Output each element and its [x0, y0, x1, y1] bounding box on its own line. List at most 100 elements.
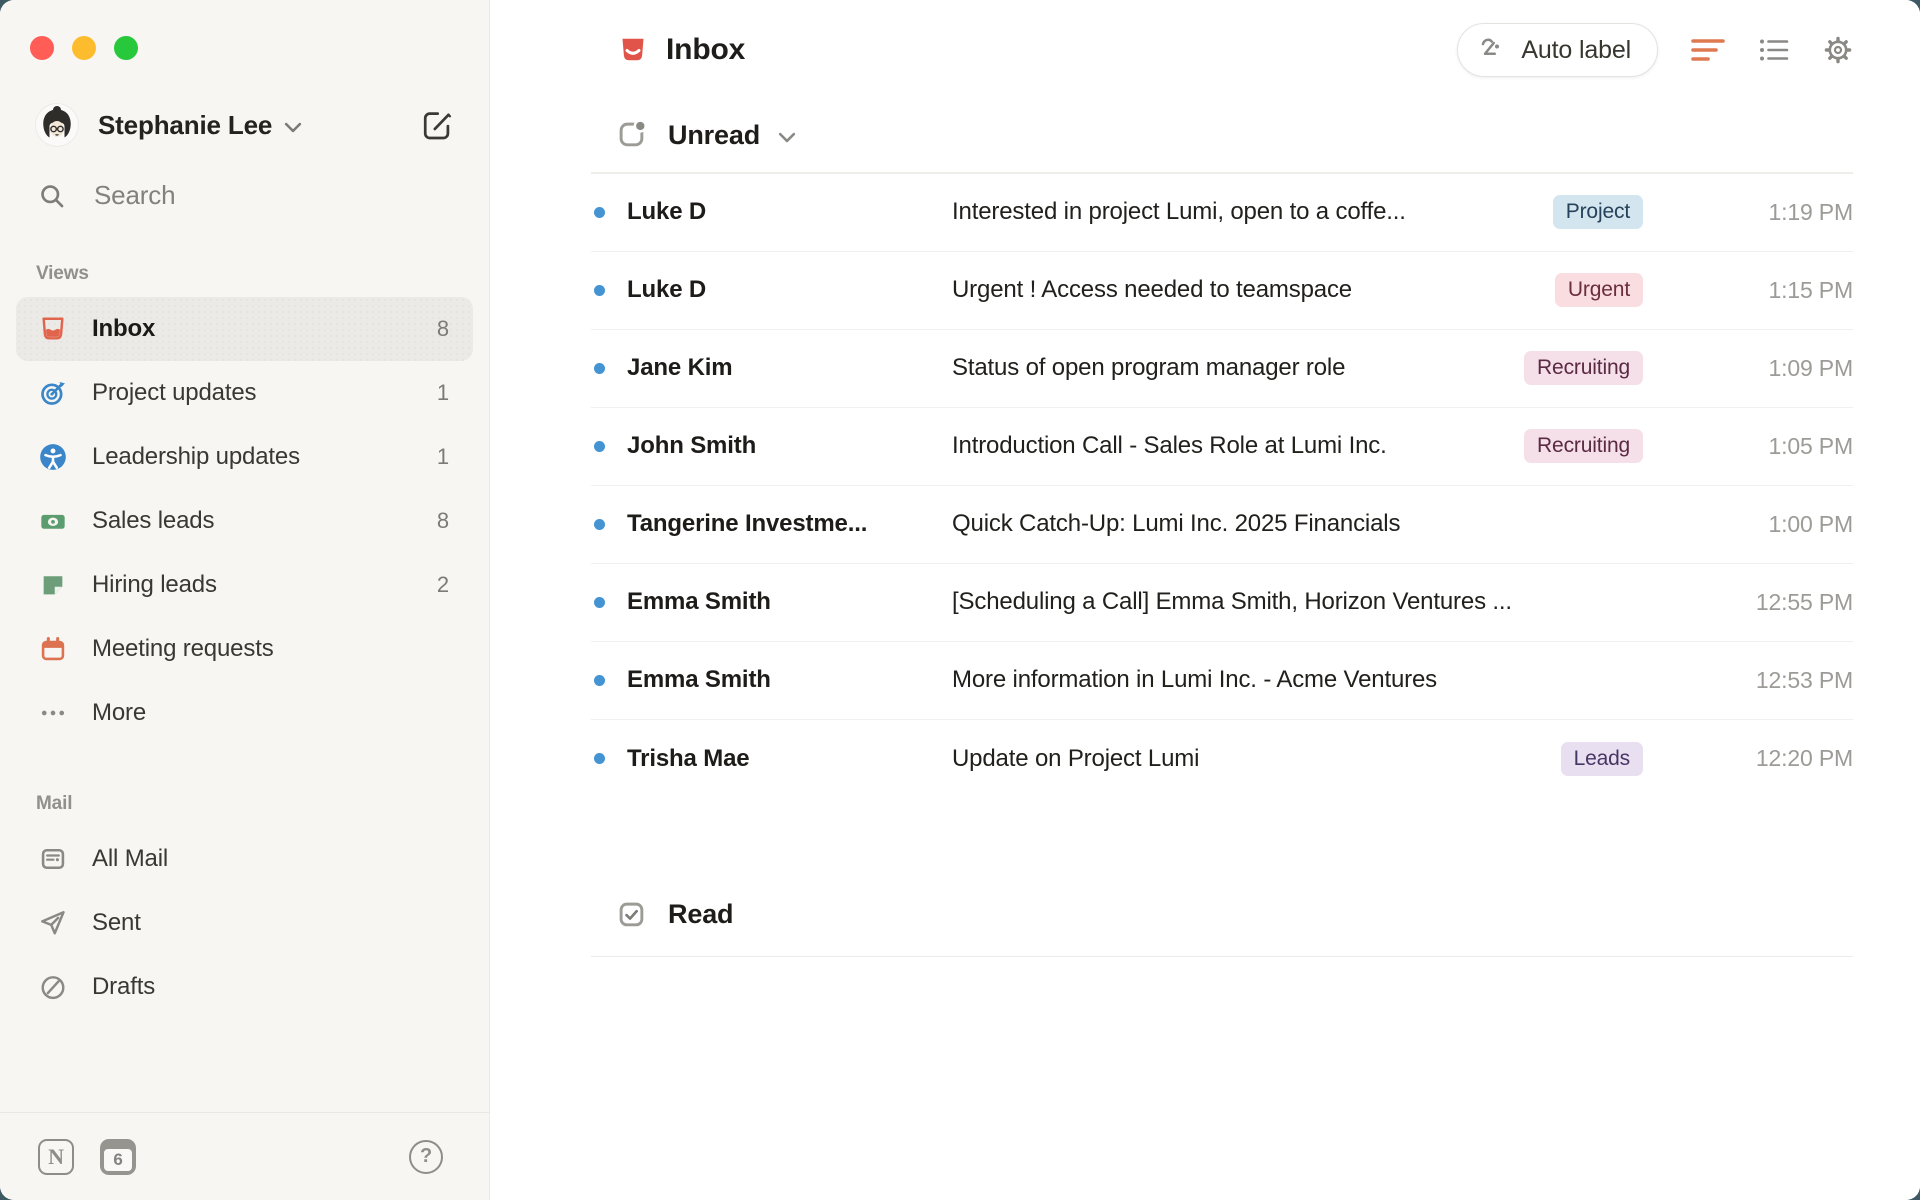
- sidebar-item-label: Sales leads: [92, 507, 214, 535]
- search-input[interactable]: Search: [38, 180, 453, 211]
- read-checkbox-icon[interactable]: [618, 901, 646, 929]
- unread-section-label: Unread: [668, 120, 760, 151]
- email-row[interactable]: Trisha Mae Update on Project Lumi Leads …: [591, 720, 1853, 798]
- sidebar-item-count: 8: [437, 316, 449, 342]
- email-time: 1:19 PM: [1768, 199, 1853, 226]
- unread-dot: [594, 675, 605, 686]
- zoom-window-button[interactable]: [114, 36, 138, 60]
- sidebar-item-count: 8: [437, 508, 449, 534]
- sidebar-item-label: Meeting requests: [92, 635, 274, 663]
- chevron-down-icon[interactable]: [284, 122, 302, 133]
- sidebar-item-all-mail[interactable]: All Mail: [16, 827, 473, 891]
- email-row[interactable]: Jane Kim Status of open program manager …: [591, 330, 1853, 408]
- all-mail-icon: [38, 845, 68, 873]
- email-subject: [Scheduling a Call] Emma Smith, Horizon …: [952, 588, 1673, 616]
- sidebar-item-more[interactable]: More: [16, 681, 473, 745]
- email-time: 1:00 PM: [1768, 511, 1853, 538]
- sidebar-item-label: More: [92, 699, 146, 727]
- sidebar-item-label: Project updates: [92, 379, 256, 407]
- sidebar-item-hiring-leads[interactable]: Hiring leads 2: [16, 553, 473, 617]
- unread-dot: [594, 441, 605, 452]
- main-header: Inbox Auto label: [490, 0, 1920, 100]
- app-window: Stephanie Lee Search Views: [0, 0, 1920, 1200]
- sidebar-item-meeting-requests[interactable]: Meeting requests: [16, 617, 473, 681]
- sidebar-item-sales-leads[interactable]: Sales leads 8: [16, 489, 473, 553]
- email-sender: Trisha Mae: [627, 745, 952, 773]
- email-sender: John Smith: [627, 432, 952, 460]
- unread-dot: [594, 285, 605, 296]
- calendar-day-number: 6: [104, 1149, 132, 1171]
- sidebar-item-count: 1: [437, 380, 449, 406]
- email-subject: Introduction Call - Sales Role at Lumi I…: [952, 432, 1524, 460]
- email-sender: Emma Smith: [627, 666, 952, 694]
- sidebar-item-sent[interactable]: Sent: [16, 891, 473, 955]
- read-section-header: Read: [490, 890, 1920, 940]
- email-sender: Emma Smith: [627, 588, 952, 616]
- page-title-group: Inbox: [618, 33, 745, 67]
- minimize-window-button[interactable]: [72, 36, 96, 60]
- label-badge[interactable]: Recruiting: [1524, 429, 1643, 463]
- unread-dot: [594, 519, 605, 530]
- auto-label-button[interactable]: Auto label: [1457, 23, 1658, 77]
- email-time: 1:09 PM: [1768, 355, 1853, 382]
- label-badge[interactable]: Project: [1553, 195, 1643, 229]
- email-row[interactable]: Luke D Urgent ! Access needed to teamspa…: [591, 252, 1853, 330]
- inbox-tray-icon: [38, 315, 68, 343]
- email-row[interactable]: Tangerine Investme... Quick Catch-Up: Lu…: [591, 486, 1853, 564]
- email-time: 1:15 PM: [1768, 277, 1853, 304]
- search-icon: [38, 182, 66, 210]
- unread-dot: [594, 753, 605, 764]
- label-badge[interactable]: Leads: [1561, 742, 1643, 776]
- main-panel: Inbox Auto label: [490, 0, 1920, 1200]
- unread-dot: [594, 597, 605, 608]
- sidebar-item-project-updates[interactable]: Project updates 1: [16, 361, 473, 425]
- dollar-bill-icon: [38, 507, 68, 535]
- email-sender: Jane Kim: [627, 354, 952, 382]
- email-row[interactable]: John Smith Introduction Call - Sales Rol…: [591, 408, 1853, 486]
- app-badges: N 6: [38, 1139, 136, 1175]
- divider: [591, 956, 1853, 958]
- label-badge[interactable]: Recruiting: [1524, 351, 1643, 385]
- unread-checkbox-icon[interactable]: [618, 121, 646, 149]
- label-badge[interactable]: Urgent: [1555, 273, 1643, 307]
- list-view-icon[interactable]: [1758, 36, 1790, 64]
- sidebar-item-drafts[interactable]: Drafts: [16, 955, 473, 1019]
- sidebar-item-leadership-updates[interactable]: Leadership updates 1: [16, 425, 473, 489]
- sidebar-item-label: Leadership updates: [92, 443, 300, 471]
- user-name[interactable]: Stephanie Lee: [98, 110, 272, 141]
- inbox-tray-icon: [618, 35, 648, 65]
- note-icon: [38, 571, 68, 599]
- email-subject: Urgent ! Access needed to teamspace: [952, 276, 1555, 304]
- compose-icon[interactable]: [419, 108, 453, 142]
- close-window-button[interactable]: [30, 36, 54, 60]
- avatar[interactable]: [36, 104, 78, 146]
- sidebar-item-label: All Mail: [92, 845, 168, 873]
- email-row[interactable]: Emma Smith [Scheduling a Call] Emma Smit…: [591, 564, 1853, 642]
- sidebar-item-inbox[interactable]: Inbox 8: [16, 297, 473, 361]
- email-time: 1:05 PM: [1768, 433, 1853, 460]
- email-subject: Interested in project Lumi, open to a co…: [952, 198, 1553, 226]
- filter-icon[interactable]: [1690, 36, 1726, 64]
- email-time: 12:20 PM: [1756, 745, 1853, 772]
- page-title: Inbox: [666, 33, 745, 67]
- target-icon: [38, 379, 68, 407]
- read-section-label: Read: [668, 899, 733, 930]
- email-row[interactable]: Luke D Interested in project Lumi, open …: [591, 174, 1853, 252]
- drafts-icon: [38, 973, 68, 1001]
- email-row[interactable]: Emma Smith More information in Lumi Inc.…: [591, 642, 1853, 720]
- sidebar: Stephanie Lee Search Views: [0, 0, 490, 1200]
- email-list: Luke D Interested in project Lumi, open …: [591, 174, 1853, 798]
- help-button[interactable]: ?: [409, 1140, 443, 1174]
- chevron-down-icon[interactable]: [778, 132, 796, 143]
- sidebar-item-label: Drafts: [92, 973, 155, 1001]
- unread-dot: [594, 207, 605, 218]
- email-subject: Quick Catch-Up: Lumi Inc. 2025 Financial…: [952, 510, 1673, 538]
- notion-app-icon[interactable]: N: [38, 1139, 74, 1175]
- settings-gear-icon[interactable]: [1822, 34, 1854, 66]
- email-time: 12:53 PM: [1756, 667, 1853, 694]
- email-sender: Luke D: [627, 276, 952, 304]
- calendar-app-icon[interactable]: 6: [100, 1139, 136, 1175]
- email-subject: Update on Project Lumi: [952, 745, 1561, 773]
- email-sender: Tangerine Investme...: [627, 510, 952, 538]
- search-placeholder: Search: [94, 180, 175, 211]
